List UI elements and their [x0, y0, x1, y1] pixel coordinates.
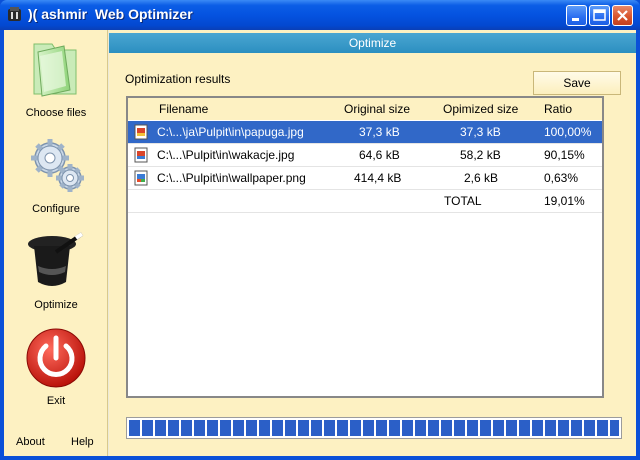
progress-bar: [126, 417, 622, 439]
original-size-cell: 64,6 kB: [359, 148, 400, 162]
window-title: )( ashmir Web Optimizer: [28, 6, 193, 22]
ratio-cell: 0,63%: [544, 171, 579, 185]
main-panel: Optimize Optimization results Save Filen…: [109, 30, 636, 456]
minimize-icon: [572, 18, 579, 21]
close-button[interactable]: [612, 5, 633, 26]
original-size-cell: 414,4 kB: [354, 171, 402, 185]
close-icon: [617, 10, 628, 21]
save-button[interactable]: Save: [533, 71, 621, 95]
total-row: TOTAL 19,01%: [128, 190, 602, 213]
sidebar-item-label: Choose files: [25, 107, 87, 119]
column-header-original-size[interactable]: Original size: [344, 102, 410, 116]
optimized-size-cell: 37,3 kB: [460, 125, 501, 139]
ratio-cell: 90,15%: [544, 148, 585, 162]
filename-cell: C:\...\Pulpit\in\wakacje.jpg: [157, 148, 295, 162]
about-link[interactable]: About: [16, 436, 45, 448]
table-header: Filename Original size Opimized size Rat…: [128, 98, 602, 120]
original-size-cell: 37,3 kB: [359, 125, 400, 139]
image-file-icon: [134, 170, 148, 186]
title-bar[interactable]: )( ashmir Web Optimizer: [0, 0, 640, 30]
sidebar-item-configure[interactable]: Configure: [4, 134, 108, 216]
maximize-icon: [593, 9, 606, 21]
sidebar-item-choose-files[interactable]: Choose files: [4, 36, 108, 120]
progress-fill: [129, 420, 619, 436]
sidebar: Choose files Configure Optimize Exit Abo…: [4, 30, 108, 456]
section-header: Optimize: [109, 33, 636, 53]
image-file-icon: [134, 124, 148, 140]
filename-cell: C:\...\Pulpit\in\wallpaper.png: [157, 171, 306, 185]
app-icon: [8, 7, 21, 21]
column-header-optimized-size[interactable]: Opimized size: [443, 102, 518, 116]
sidebar-item-label: Exit: [46, 395, 66, 407]
table-row[interactable]: C:\...\Pulpit\in\wallpaper.png 414,4 kB …: [128, 167, 602, 190]
column-header-filename[interactable]: Filename: [159, 102, 208, 116]
gears-icon: [31, 139, 84, 192]
results-label: Optimization results: [125, 72, 231, 86]
app-window: )( ashmir Web Optimizer Choose files Con…: [0, 0, 640, 460]
sidebar-item-optimize[interactable]: Optimize: [4, 230, 108, 312]
table-row[interactable]: C:\...\Pulpit\in\wakacje.jpg 64,6 kB 58,…: [128, 144, 602, 167]
sidebar-item-label: Optimize: [34, 299, 78, 311]
power-icon: [26, 328, 86, 388]
results-table: Filename Original size Opimized size Rat…: [126, 96, 604, 398]
client-area: Choose files Configure Optimize Exit Abo…: [4, 30, 636, 456]
table-row[interactable]: C:\...\ja\Pulpit\in\papuga.jpg 37,3 kB 3…: [128, 121, 602, 144]
maximize-button[interactable]: [589, 5, 610, 26]
help-link[interactable]: Help: [71, 436, 94, 448]
total-ratio: 19,01%: [544, 194, 585, 208]
minimize-button[interactable]: [566, 5, 587, 26]
sidebar-item-label: Configure: [32, 203, 80, 215]
total-label: TOTAL: [444, 194, 482, 208]
sidebar-item-exit[interactable]: Exit: [4, 326, 108, 408]
magic-hat-icon: [28, 232, 84, 286]
folder-icon: [33, 43, 77, 97]
column-header-ratio[interactable]: Ratio: [544, 102, 572, 116]
filename-cell: C:\...\ja\Pulpit\in\papuga.jpg: [157, 125, 304, 139]
optimized-size-cell: 2,6 kB: [464, 171, 499, 185]
optimized-size-cell: 58,2 kB: [460, 148, 501, 162]
image-file-icon: [134, 147, 148, 163]
ratio-cell: 100,00%: [544, 125, 592, 139]
